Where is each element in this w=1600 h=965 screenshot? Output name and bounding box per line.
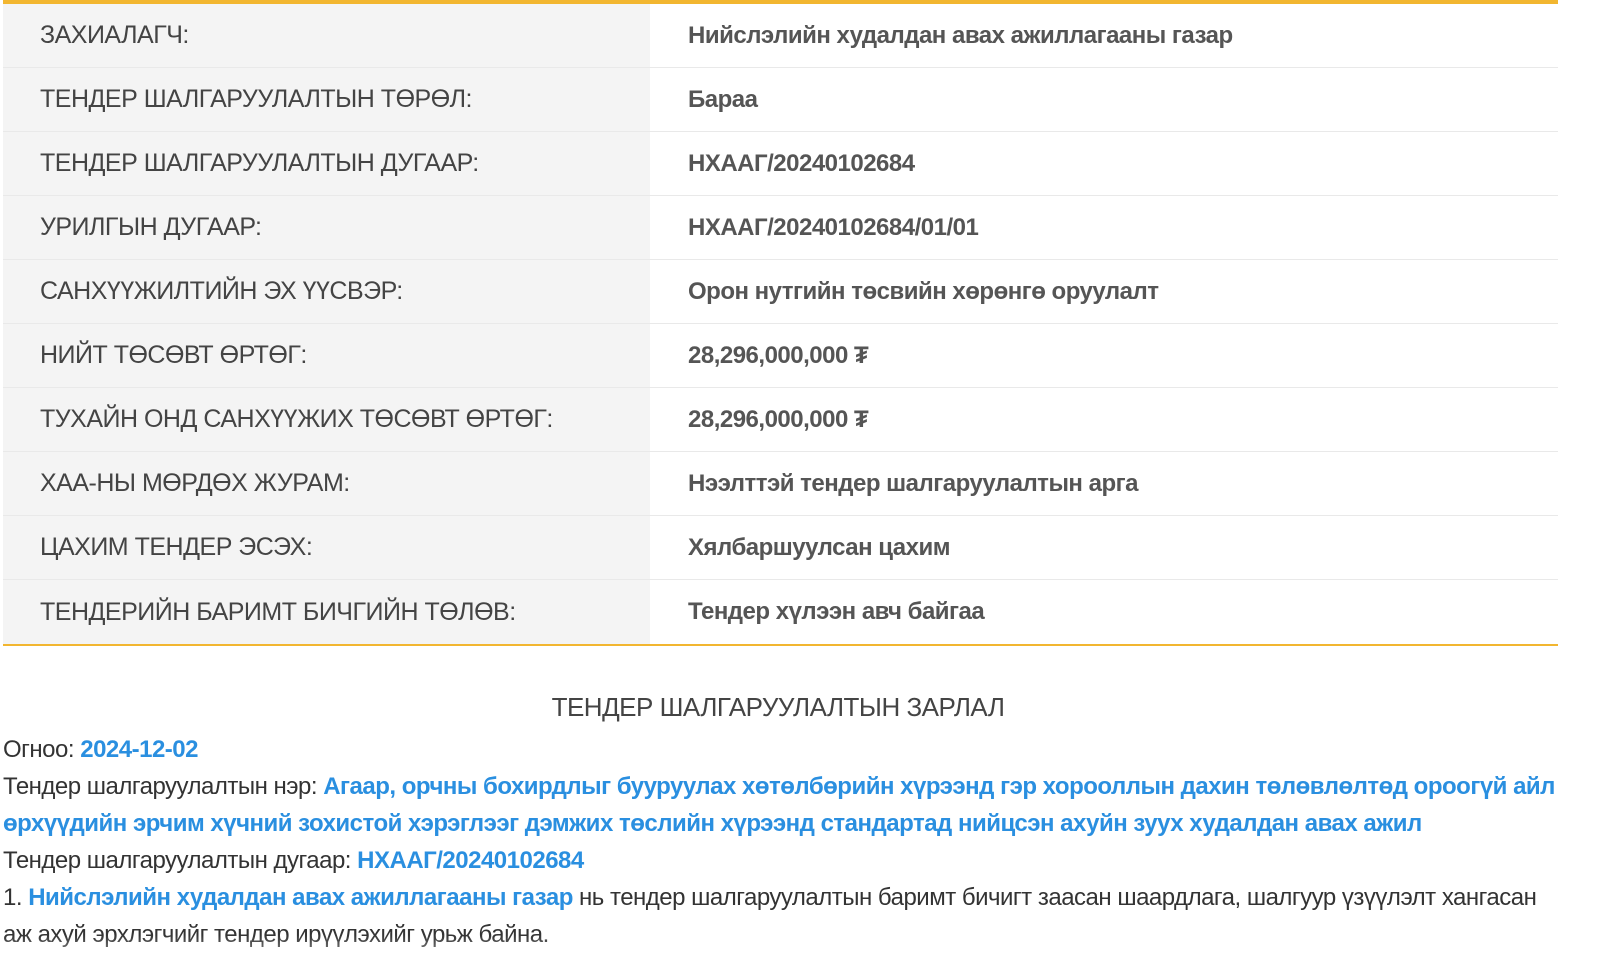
detail-label: ТЕНДЕР ШАЛГАРУУЛАЛТЫН ТӨРӨЛ: xyxy=(3,68,650,131)
announcement-title: ТЕНДЕР ШАЛГАРУУЛАЛТЫН ЗАРЛАЛ xyxy=(551,692,1005,722)
detail-value: 28,296,000,000 ₮ xyxy=(650,388,1558,451)
detail-value: Тендер хүлээн авч байгаа xyxy=(650,580,1558,644)
detail-label: САНХҮҮЖИЛТИЙН ЭХ ҮҮСВЭР: xyxy=(3,260,650,323)
detail-value: НХААГ/20240102684 xyxy=(650,132,1558,195)
detail-row-funding-source: САНХҮҮЖИЛТИЙН ЭХ ҮҮСВЭР: Орон нутгийн тө… xyxy=(3,260,1558,324)
tender-page: ЗАХИАЛАГЧ: Нийслэлийн худалдан авах ажил… xyxy=(0,0,1600,965)
announcement-item-1: 1. Нийслэлийн худалдан авах ажиллагааны … xyxy=(3,879,1563,953)
detail-row-invitation-number: УРИЛГЫН ДУГААР: НХААГ/20240102684/01/01 xyxy=(3,196,1558,260)
detail-label: ЗАХИАЛАГЧ: xyxy=(3,4,650,67)
detail-row-customer: ЗАХИАЛАГЧ: Нийслэлийн худалдан авах ажил… xyxy=(3,4,1558,68)
detail-label: ХАА-НЫ МӨРДӨХ ЖУРАМ: xyxy=(3,452,650,515)
date-link[interactable]: 2024-12-02 xyxy=(80,736,198,763)
detail-label: УРИЛГЫН ДУГААР: xyxy=(3,196,650,259)
detail-label: ТЕНДЕР ШАЛГАРУУЛАЛТЫН ДУГААР: xyxy=(3,132,650,195)
detail-label: ЦАХИМ ТЕНДЕР ЭСЭХ: xyxy=(3,516,650,579)
detail-value: Орон нутгийн төсвийн хөрөнгө оруулалт xyxy=(650,260,1558,323)
detail-value: НХААГ/20240102684/01/01 xyxy=(650,196,1558,259)
tender-number-link[interactable]: НХААГ/20240102684 xyxy=(357,847,584,874)
detail-label: НИЙТ ТӨСӨВТ ӨРТӨГ: xyxy=(3,324,650,387)
tender-announcement: ТЕНДЕР ШАЛГАРУУЛАЛТЫН ЗАРЛАЛ Огноо: 2024… xyxy=(3,692,1563,953)
item-number: 1. xyxy=(3,884,29,911)
detail-value: 28,296,000,000 ₮ xyxy=(650,324,1558,387)
customer-link[interactable]: Нийслэлийн худалдан авах ажиллагааны газ… xyxy=(28,884,573,911)
detail-row-tender-number: ТЕНДЕР ШАЛГАРУУЛАЛТЫН ДУГААР: НХААГ/2024… xyxy=(3,132,1558,196)
announcement-name-line: Тендер шалгаруулалтын нэр: Агаар, орчны … xyxy=(3,768,1563,842)
detail-row-annual-budget: ТУХАЙН ОНД САНХҮҮЖИХ ТӨСӨВТ ӨРТӨГ: 28,29… xyxy=(3,388,1558,452)
detail-row-type: ТЕНДЕР ШАЛГАРУУЛАЛТЫН ТӨРӨЛ: Бараа xyxy=(3,68,1558,132)
detail-value: Нээлттэй тендер шалгаруулалтын арга xyxy=(650,452,1558,515)
announcement-number-line: Тендер шалгаруулалтын дугаар: НХААГ/2024… xyxy=(3,842,1563,879)
tender-number-label: Тендер шалгаруулалтын дугаар: xyxy=(3,847,358,874)
date-label: Огноо: xyxy=(3,736,81,763)
tender-details-table: ЗАХИАЛАГЧ: Нийслэлийн худалдан авах ажил… xyxy=(3,0,1558,646)
detail-row-electronic: ЦАХИМ ТЕНДЕР ЭСЭХ: Хялбаршуулсан цахим xyxy=(3,516,1558,580)
detail-label: ТУХАЙН ОНД САНХҮҮЖИХ ТӨСӨВТ ӨРТӨГ: xyxy=(3,388,650,451)
announcement-date-line: Огноо: 2024-12-02 xyxy=(3,731,1563,768)
detail-value: Нийслэлийн худалдан авах ажиллагааны газ… xyxy=(650,4,1558,67)
detail-label: ТЕНДЕРИЙН БАРИМТ БИЧГИЙН ТӨЛӨВ: xyxy=(3,580,650,644)
detail-row-total-budget: НИЙТ ТӨСӨВТ ӨРТӨГ: 28,296,000,000 ₮ xyxy=(3,324,1558,388)
detail-row-procedure: ХАА-НЫ МӨРДӨХ ЖУРАМ: Нээлттэй тендер шал… xyxy=(3,452,1558,516)
detail-value: Бараа xyxy=(650,68,1558,131)
detail-value: Хялбаршуулсан цахим xyxy=(650,516,1558,579)
tender-name-label: Тендер шалгаруулалтын нэр: xyxy=(3,773,324,800)
detail-row-document-status: ТЕНДЕРИЙН БАРИМТ БИЧГИЙН ТӨЛӨВ: Тендер х… xyxy=(3,580,1558,644)
